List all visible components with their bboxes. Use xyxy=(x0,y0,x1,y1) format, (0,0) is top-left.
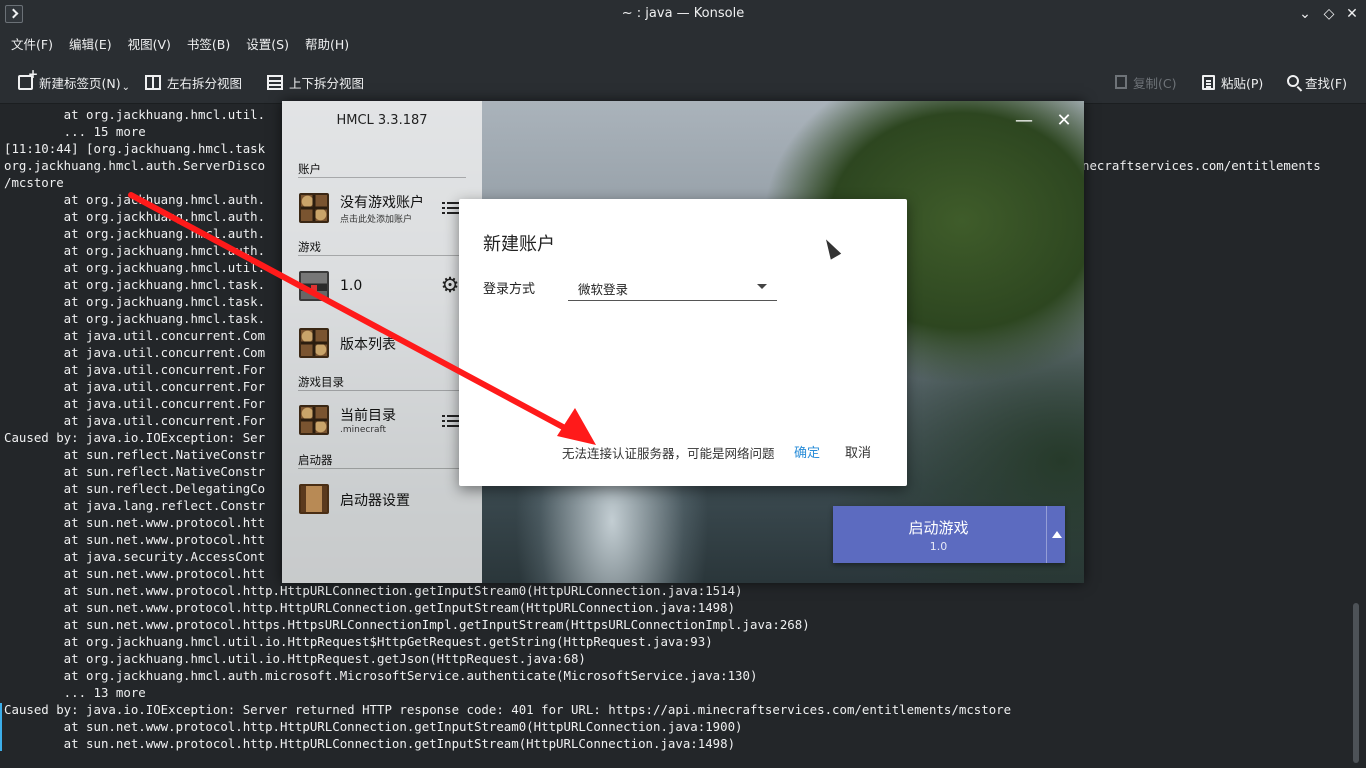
launcher-settings-label: 启动器设置 xyxy=(340,493,410,509)
scrollbar-thumb[interactable] xyxy=(1353,603,1359,763)
menu-edit[interactable]: 编辑(E) xyxy=(61,29,120,60)
dropdown-arrow-icon xyxy=(757,284,767,289)
line-marker xyxy=(0,703,2,751)
split-left-right-button[interactable]: 左右拆分视图 xyxy=(145,71,242,93)
bookshelf-icon xyxy=(299,405,329,435)
new-tab-icon xyxy=(18,67,38,90)
chevron-down-icon: ⌄ xyxy=(121,81,130,93)
minimize-icon[interactable]: ⌄ xyxy=(1296,5,1314,23)
game-version-label: 1.0 xyxy=(340,278,363,294)
paste-icon xyxy=(1202,74,1215,90)
konsole-window: ~ : java — Konsole ⌄ ◇ ✕ 文件(F) 编辑(E) 视图(… xyxy=(0,0,1366,768)
launch-version: 1.0 xyxy=(929,540,948,553)
login-method-select[interactable]: 微软登录 xyxy=(568,273,777,301)
split-top-bottom-button[interactable]: 上下拆分视图 xyxy=(267,71,364,93)
window-title: ~ : java — Konsole xyxy=(621,6,745,21)
section-game-dir: 游戏目录 xyxy=(298,375,344,389)
dialog-title: 新建账户 xyxy=(483,234,555,255)
find-button[interactable]: 查找(F) xyxy=(1287,71,1347,93)
menu-help[interactable]: 帮助(H) xyxy=(297,29,357,60)
login-method-label: 登录方式 xyxy=(483,282,536,297)
launch-main[interactable]: 启动游戏 1.0 xyxy=(833,506,1044,563)
terminal-line: at org.jackhuang.hmcl.util.io.HttpReques… xyxy=(4,651,586,666)
section-account: 账户 xyxy=(298,162,321,176)
gear-icon[interactable]: ⚙ xyxy=(440,275,460,296)
close-icon[interactable]: ✕ xyxy=(1343,5,1361,23)
split-left-right-icon xyxy=(145,74,161,90)
paste-label: 粘贴(P) xyxy=(1221,75,1264,91)
bookshelf-icon xyxy=(299,193,329,223)
account-subtitle: 点击此处添加账户 xyxy=(340,215,413,225)
section-game: 游戏 xyxy=(298,240,321,254)
find-label: 查找(F) xyxy=(1305,75,1347,91)
divider xyxy=(298,390,466,391)
new-account-dialog: 新建账户 登录方式 微软登录 无法连接认证服务器，可能是网络问题 确定 取消 xyxy=(459,199,907,486)
current-dir-label: 当前目录 xyxy=(340,408,396,424)
terminal-line: at sun.net.www.protocol.https.HttpsURLCo… xyxy=(4,617,810,632)
new-tab-label: 新建标签页(N) xyxy=(39,75,121,91)
terminal-line: at sun.net.www.protocol.http.HttpURLConn… xyxy=(4,736,736,751)
toolbar: 新建标签页(N) ⌄ 左右拆分视图 上下拆分视图 复制(C) 粘贴(P) 查找(… xyxy=(0,60,1366,104)
error-message: 无法连接认证服务器，可能是网络问题 xyxy=(562,446,775,461)
terminal-line: at sun.net.www.protocol.http.HttpURLConn… xyxy=(4,600,736,615)
terminal-line: at org.jackhuang.hmcl.util. xyxy=(4,107,266,122)
terminal-line-overflow: necraftservices.com/entitlements xyxy=(1082,158,1321,173)
account-title: 没有游戏账户 xyxy=(340,195,424,211)
split-top-bottom-label: 上下拆分视图 xyxy=(289,75,365,91)
menu-bookmarks[interactable]: 书签(B) xyxy=(179,29,238,60)
furnace-icon xyxy=(299,271,329,301)
search-icon xyxy=(1287,74,1299,87)
menu-bar: 文件(F) 编辑(E) 视图(V) 书签(B) 设置(S) 帮助(H) xyxy=(0,29,1366,60)
terminal-line: at org.jackhuang.hmcl.auth.microsoft.Mic… xyxy=(4,668,758,683)
menu-settings[interactable]: 设置(S) xyxy=(238,29,297,60)
launch-label: 启动游戏 xyxy=(908,519,969,537)
bookshelf-icon xyxy=(299,328,329,358)
chevron-up-icon[interactable] xyxy=(1046,506,1065,563)
current-dir-path: .minecraft xyxy=(340,425,387,435)
paste-button[interactable]: 粘贴(P) xyxy=(1202,71,1263,93)
divider xyxy=(298,177,466,178)
menu-file[interactable]: 文件(F) xyxy=(3,29,61,60)
copy-label: 复制(C) xyxy=(1133,75,1177,91)
list-icon[interactable] xyxy=(442,201,460,215)
split-left-right-label: 左右拆分视图 xyxy=(167,75,243,91)
menu-view[interactable]: 视图(V) xyxy=(120,29,179,60)
cancel-button[interactable]: 取消 xyxy=(845,442,871,461)
terminal-line: at sun.net.www.protocol.http.HttpURLConn… xyxy=(4,719,743,734)
hmcl-sidebar: HMCL 3.3.187 账户 没有游戏账户 点击此处添加账户 游戏 1.0 ⚙… xyxy=(282,101,482,583)
ok-button[interactable]: 确定 xyxy=(794,442,820,461)
hmcl-close-icon[interactable]: ✕ xyxy=(1054,111,1074,131)
split-top-bottom-icon xyxy=(267,74,283,90)
terminal-line: at org.jackhuang.hmcl.util.io.HttpReques… xyxy=(4,634,713,649)
terminal-line: Caused by: java.io.IOException: Server r… xyxy=(4,702,1012,717)
list-icon[interactable] xyxy=(442,414,460,428)
maximize-icon[interactable]: ◇ xyxy=(1320,5,1338,23)
hmcl-minimize-icon[interactable]: — xyxy=(1014,111,1034,131)
copy-button[interactable]: 复制(C) xyxy=(1115,71,1176,93)
login-method-value: 微软登录 xyxy=(578,282,629,297)
section-launcher: 启动器 xyxy=(298,453,333,467)
terminal-line: ... 13 more xyxy=(4,685,146,700)
hmcl-version: HMCL 3.3.187 xyxy=(336,113,428,128)
crafting-table-icon xyxy=(299,484,329,514)
copy-icon xyxy=(1115,75,1127,89)
title-bar: ~ : java — Konsole ⌄ ◇ ✕ xyxy=(0,0,1366,29)
version-list-label: 版本列表 xyxy=(340,337,396,353)
terminal-line: at sun.net.www.protocol.http.HttpURLConn… xyxy=(4,583,743,598)
divider xyxy=(298,255,466,256)
divider xyxy=(298,468,466,469)
new-tab-button[interactable]: 新建标签页(N) ⌄ xyxy=(18,67,130,93)
scrollbar[interactable] xyxy=(1352,105,1360,768)
launch-game-button[interactable]: 启动游戏 1.0 xyxy=(833,506,1065,563)
